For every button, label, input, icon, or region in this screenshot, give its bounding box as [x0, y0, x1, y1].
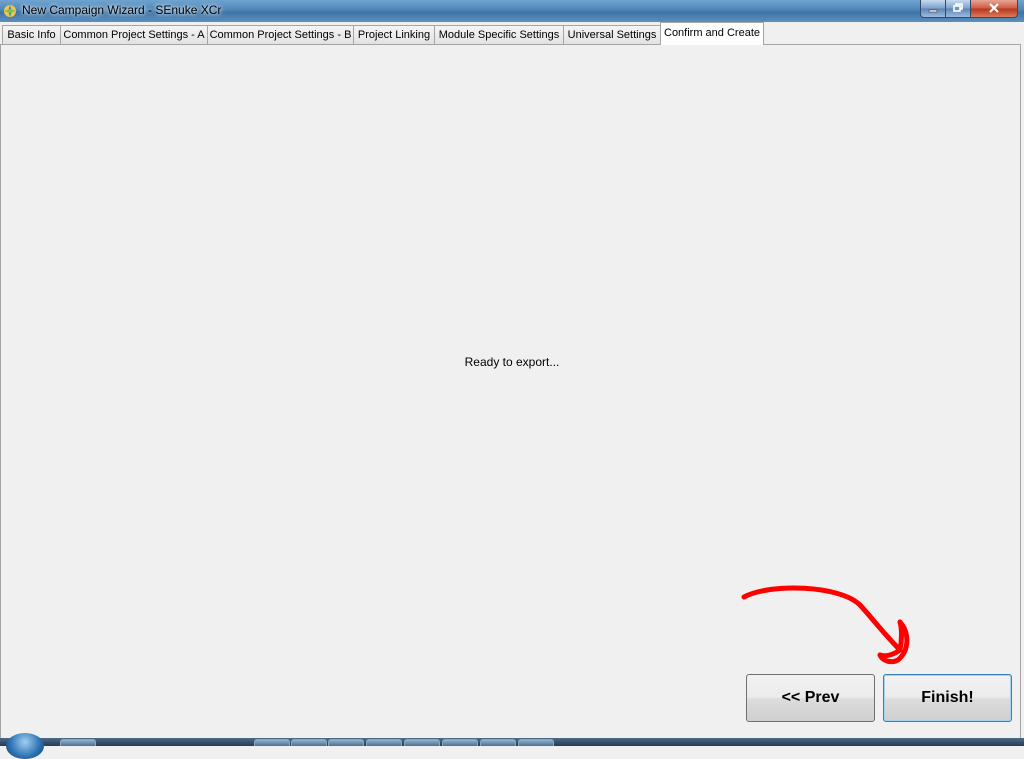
- tab-label: Basic Info: [7, 29, 56, 41]
- taskbar-button[interactable]: [480, 739, 516, 746]
- tab-common-project-settings-a[interactable]: Common Project Settings - A: [60, 25, 208, 44]
- tab-universal-settings[interactable]: Universal Settings: [563, 25, 661, 44]
- tab-label: Confirm and Create: [664, 27, 760, 39]
- tab-label: Common Project Settings - A: [63, 29, 205, 41]
- close-button[interactable]: [970, 0, 1018, 18]
- app-icon: [2, 3, 18, 19]
- taskbar-button[interactable]: [254, 739, 290, 746]
- tab-panel: [0, 44, 1021, 739]
- maximize-icon: [952, 2, 964, 16]
- tab-label: Project Linking: [357, 29, 431, 41]
- taskbar-button[interactable]: [366, 739, 402, 746]
- window-title: New Campaign Wizard - SEnuke XCr: [22, 3, 222, 17]
- restore-button[interactable]: [945, 0, 971, 18]
- tab-common-project-settings-b[interactable]: Common Project Settings - B: [207, 25, 354, 44]
- tab-strip: Basic Info Common Project Settings - A C…: [0, 22, 1024, 45]
- tab-label: Module Specific Settings: [438, 29, 560, 41]
- prev-button[interactable]: << Prev: [746, 674, 875, 722]
- tab-project-linking[interactable]: Project Linking: [353, 25, 435, 44]
- tab-confirm-and-create[interactable]: Confirm and Create: [660, 22, 764, 45]
- finish-button[interactable]: Finish!: [883, 674, 1012, 722]
- tab-basic-info[interactable]: Basic Info: [2, 25, 61, 44]
- taskbar-button[interactable]: [518, 739, 554, 746]
- start-orb-icon[interactable]: [6, 733, 44, 759]
- status-text: Ready to export...: [464, 355, 560, 369]
- taskbar-button[interactable]: [328, 739, 364, 746]
- taskbar-button[interactable]: [60, 739, 96, 746]
- tab-label: Common Project Settings - B: [209, 29, 352, 41]
- taskbar-button[interactable]: [404, 739, 440, 746]
- minimize-icon: [928, 2, 938, 16]
- tab-label: Universal Settings: [567, 29, 657, 41]
- taskbar-button[interactable]: [291, 739, 327, 746]
- tab-module-specific-settings[interactable]: Module Specific Settings: [434, 25, 564, 44]
- close-icon: [988, 2, 1000, 16]
- minimize-button[interactable]: [920, 0, 946, 18]
- title-bar[interactable]: New Campaign Wizard - SEnuke XCr: [0, 0, 1024, 22]
- taskbar-button[interactable]: [442, 739, 478, 746]
